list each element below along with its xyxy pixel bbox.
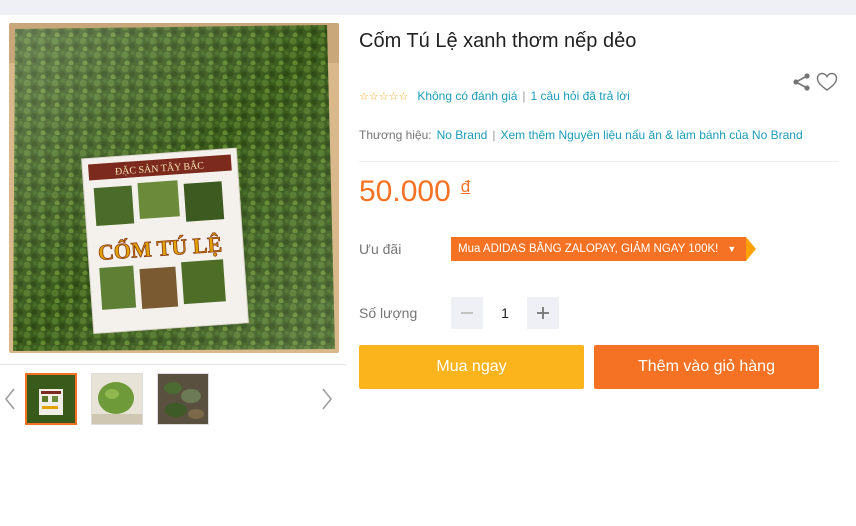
price-currency: đ [460, 177, 471, 196]
thumbnail-image [92, 374, 142, 424]
promo-voucher-tag[interactable]: Mua ADIDAS BẰNG ZALOPAY, GIẢM NGAY 100K!… [451, 237, 757, 261]
thumbnail-image [158, 374, 208, 424]
reviews-link[interactable]: Không có đánh giá [417, 89, 517, 103]
quantity-label: Số lượng [359, 305, 418, 321]
separator: | [492, 128, 496, 142]
brand-label: Thương hiệu: [359, 128, 432, 142]
section-divider [359, 161, 839, 162]
thumbnail-list [25, 373, 209, 425]
product-title: Cốm Tú Lệ xanh thơm nếp dẻo [359, 30, 637, 52]
product-page: ĐẶC SẢN TÂY BẮC CỐM TÚ LỆ Cốm Tú Lệ xanh… [0, 15, 856, 526]
quantity-increase-button[interactable] [527, 297, 559, 329]
quantity-decrease-button[interactable] [451, 297, 483, 329]
thumbnail-image [27, 375, 75, 423]
brand-row: Thương hiệu: No Brand | Xem thêm Nguyên … [359, 128, 803, 142]
rating-stars[interactable]: ☆☆☆☆☆ [359, 90, 408, 103]
chevron-left-icon[interactable] [3, 385, 17, 413]
product-price: 50.000 đ [359, 175, 470, 209]
plus-icon [537, 307, 549, 319]
thumbnail-3[interactable] [157, 373, 209, 425]
brand-link[interactable]: No Brand [437, 128, 488, 142]
minus-icon [461, 312, 473, 314]
promo-label: Ưu đãi [359, 241, 402, 257]
thumbnail-1[interactable] [25, 373, 77, 425]
share-icon[interactable] [792, 72, 812, 92]
rating-row: ☆☆☆☆☆ Không có đánh giá | 1 câu hỏi đã t… [359, 89, 630, 103]
questions-link[interactable]: 1 câu hỏi đã trả lời [531, 89, 630, 103]
more-from-brand-link[interactable]: Xem thêm Nguyên liệu nấu ăn & làm bánh c… [500, 128, 802, 142]
add-to-cart-button[interactable]: Thêm vào giỏ hàng [594, 345, 819, 389]
caret-down-icon: ▼ [727, 244, 737, 254]
promo-text: Mua ADIDAS BẰNG ZALOPAY, GIẢM NGAY 100K! [458, 243, 719, 255]
gallery-divider [0, 364, 346, 365]
buy-now-button[interactable]: Mua ngay [359, 345, 584, 389]
thumbnail-2[interactable] [91, 373, 143, 425]
heart-icon[interactable] [816, 72, 838, 92]
quantity-input[interactable] [483, 297, 527, 329]
separator: | [522, 89, 526, 103]
price-value: 50.000 [359, 175, 451, 208]
product-main-image[interactable]: ĐẶC SẢN TÂY BẮC CỐM TÚ LỆ [9, 23, 339, 353]
product-photo: ĐẶC SẢN TÂY BẮC CỐM TÚ LỆ [9, 23, 339, 353]
chevron-right-icon[interactable] [320, 385, 334, 413]
